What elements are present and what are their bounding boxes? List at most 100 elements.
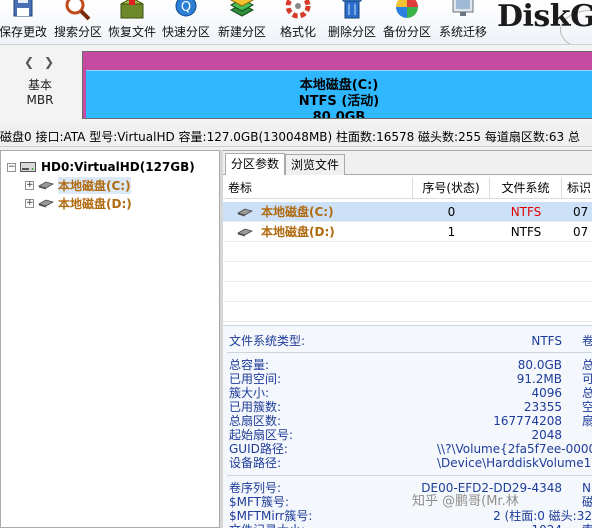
save-icon: [13, 0, 33, 17]
stack-layers-icon: [229, 0, 255, 17]
detail-row-fs-type: 文件系统类型: NTFS 卷: [223, 334, 592, 348]
row-label-cell: 本地磁盘(C:): [237, 202, 413, 222]
tree-partition-c[interactable]: + 本地磁盘(C:): [25, 176, 131, 194]
tree-partition-d[interactable]: + 本地磁盘(D:): [25, 194, 132, 212]
disk-type-label: 基本: [27, 78, 52, 92]
pie-backup-icon: [396, 0, 418, 18]
detail-key: 已用空间:: [229, 372, 282, 386]
partition-drive-icon: [237, 208, 253, 217]
next-disk-arrow-icon[interactable]: ❯: [44, 55, 54, 69]
system-migration-button[interactable]: 系统迁移: [437, 0, 489, 44]
format-label: 格式化: [279, 25, 316, 39]
detail-row: 起始扇区号: 2048: [223, 428, 592, 442]
row-index-cell: 1: [447, 225, 456, 239]
partition-map-bar[interactable]: 本地磁盘(C:) NTFS (活动) 80.0GB: [82, 51, 592, 119]
trash-icon: [342, 0, 362, 19]
detail-separator: [227, 475, 592, 476]
tree-disk-node[interactable]: − HD0:VirtualHD(127GB): [7, 158, 195, 176]
search-partition-button[interactable]: 搜索分区: [52, 0, 104, 44]
detail-key: GUID路径:: [229, 442, 288, 456]
detail-key: 文件系统类型:: [229, 334, 306, 348]
tree-partition-d-label: 本地磁盘(D:): [58, 196, 132, 211]
detail-extra: N: [582, 481, 591, 495]
disk-nav: ❮ ❯ 基本 MBR: [0, 45, 80, 125]
detail-value: 80.0GB: [517, 358, 562, 372]
tab-strip: 分区参数 浏览文件: [223, 151, 592, 175]
detail-row: $MFT簇号: 磁: [223, 495, 592, 509]
detail-value: NTFS: [531, 334, 562, 348]
detail-row: 簇大小: 4096 总: [223, 386, 592, 400]
new-partition-label: 新建分区: [217, 25, 266, 39]
backup-partition-label: 备份分区: [382, 25, 431, 39]
column-header-label[interactable]: 卷标: [223, 177, 413, 199]
partition-drive-icon: [38, 181, 54, 190]
recover-files-button[interactable]: 恢复文件: [106, 0, 158, 44]
disk-nav-arrows: ❮ ❯: [24, 55, 54, 69]
row-fs-cell: NTFS: [510, 205, 542, 219]
monitor-icon: [452, 0, 474, 16]
new-partition-button[interactable]: 新建分区: [215, 0, 269, 44]
partition-grid: 本地磁盘(C:) 0 NTFS 07 本地磁盘(D:) 1 NTFS 07: [223, 200, 592, 325]
partition-map-block-c[interactable]: 本地磁盘(C:) NTFS (活动) 80.0GB: [86, 70, 592, 118]
detail-row: 已用空间: 91.2MB 可: [223, 372, 592, 386]
detail-extra: 扇: [582, 414, 592, 428]
empty-row: [223, 302, 592, 322]
quick-partition-icon: Q: [175, 0, 197, 17]
disk-map-row: ❮ ❯ 基本 MBR 本地磁盘(C:) NTFS (活动) 80.0GB: [0, 45, 592, 125]
watermark-text: 知乎 @鹏哥(Mr.林: [412, 494, 519, 509]
recover-files-label: 恢复文件: [107, 25, 156, 39]
detail-extra: 磁: [582, 495, 592, 509]
delete-partition-button[interactable]: 删除分区: [326, 0, 378, 44]
hard-disk-icon: [20, 162, 36, 172]
row-label-cell: 本地磁盘(D:): [237, 222, 413, 242]
prev-disk-arrow-icon[interactable]: ❮: [24, 55, 34, 69]
row-id-cell: 07: [573, 225, 589, 239]
partition-map-fs: NTFS (活动): [298, 94, 380, 109]
partition-map-name: 本地磁盘(C:): [299, 78, 379, 93]
partition-style-label: MBR: [26, 93, 54, 107]
tab-partition-params[interactable]: 分区参数: [225, 153, 286, 175]
quick-partition-button[interactable]: Q 快速分区: [160, 0, 212, 44]
detail-extra: 总: [582, 386, 592, 400]
column-header-id[interactable]: 标识: [562, 177, 592, 199]
save-changes-button[interactable]: 保存更改: [0, 0, 48, 44]
table-row[interactable]: 本地磁盘(D:) 1 NTFS 07: [223, 222, 592, 242]
detail-extra: 空: [582, 400, 592, 414]
partition-grid-header: 卷标 序号(状态) 文件系统 标识: [223, 177, 592, 199]
detail-separator: [227, 352, 592, 353]
tree-disk-label: HD0:VirtualHD(127GB): [41, 160, 195, 174]
detail-value: \Device\HarddiskVolume1: [437, 456, 592, 470]
partition-drive-icon: [38, 199, 54, 208]
disk-info-line: 磁盘0 接口:ATA 型号:VirtualHD 容量:127.0GB(13004…: [0, 127, 592, 147]
detail-row: 文件记录大小: 1024 索: [223, 523, 592, 528]
row-id-cell: 07: [573, 205, 589, 219]
column-header-filesystem[interactable]: 文件系统: [490, 177, 562, 199]
expand-icon[interactable]: +: [25, 198, 34, 208]
detail-value: 23355: [523, 400, 562, 414]
tree-partition-c-label: 本地磁盘(C:): [58, 176, 131, 194]
partition-map-size: 80.0GB: [312, 110, 366, 119]
detail-value: \\?\Volume{2fa5f7ee-0000-: [437, 442, 592, 456]
restore-box-icon: [120, 0, 144, 19]
backup-partition-button[interactable]: 备份分区: [381, 0, 433, 44]
detail-row: $MFTMirr簇号: 2 (柱面:0 磁头:32: [223, 509, 592, 523]
table-row[interactable]: 本地磁盘(C:) 0 NTFS 07: [223, 202, 592, 222]
svg-text:Q: Q: [181, 0, 191, 15]
detail-key: 设备路径:: [229, 456, 282, 470]
detail-row: 已用簇数: 23355 空: [223, 400, 592, 414]
detail-key: 总扇区数:: [229, 414, 282, 428]
search-partition-label: 搜索分区: [53, 25, 102, 39]
column-header-index[interactable]: 序号(状态): [413, 177, 490, 199]
tab-browse-files[interactable]: 浏览文件: [285, 154, 346, 175]
empty-row: [223, 282, 592, 302]
empty-row: [223, 262, 592, 282]
collapse-icon[interactable]: −: [7, 162, 16, 172]
partition-details-section: 文件系统类型: NTFS 卷 总容量: 80.0GB 总 已用空间: 91.2M…: [223, 325, 592, 528]
format-button[interactable]: 格式化: [276, 0, 320, 44]
system-migration-label: 系统迁移: [438, 25, 487, 39]
row-index-cell: 0: [447, 205, 456, 219]
expand-icon[interactable]: +: [25, 180, 34, 190]
row-label-text: 本地磁盘(D:): [261, 225, 335, 239]
detail-row: GUID路径: \\?\Volume{2fa5f7ee-0000-: [223, 442, 592, 456]
partition-detail-panel: 分区参数 浏览文件 卷标 序号(状态) 文件系统 标识 本地磁盘(C:) 0 N…: [223, 150, 592, 528]
